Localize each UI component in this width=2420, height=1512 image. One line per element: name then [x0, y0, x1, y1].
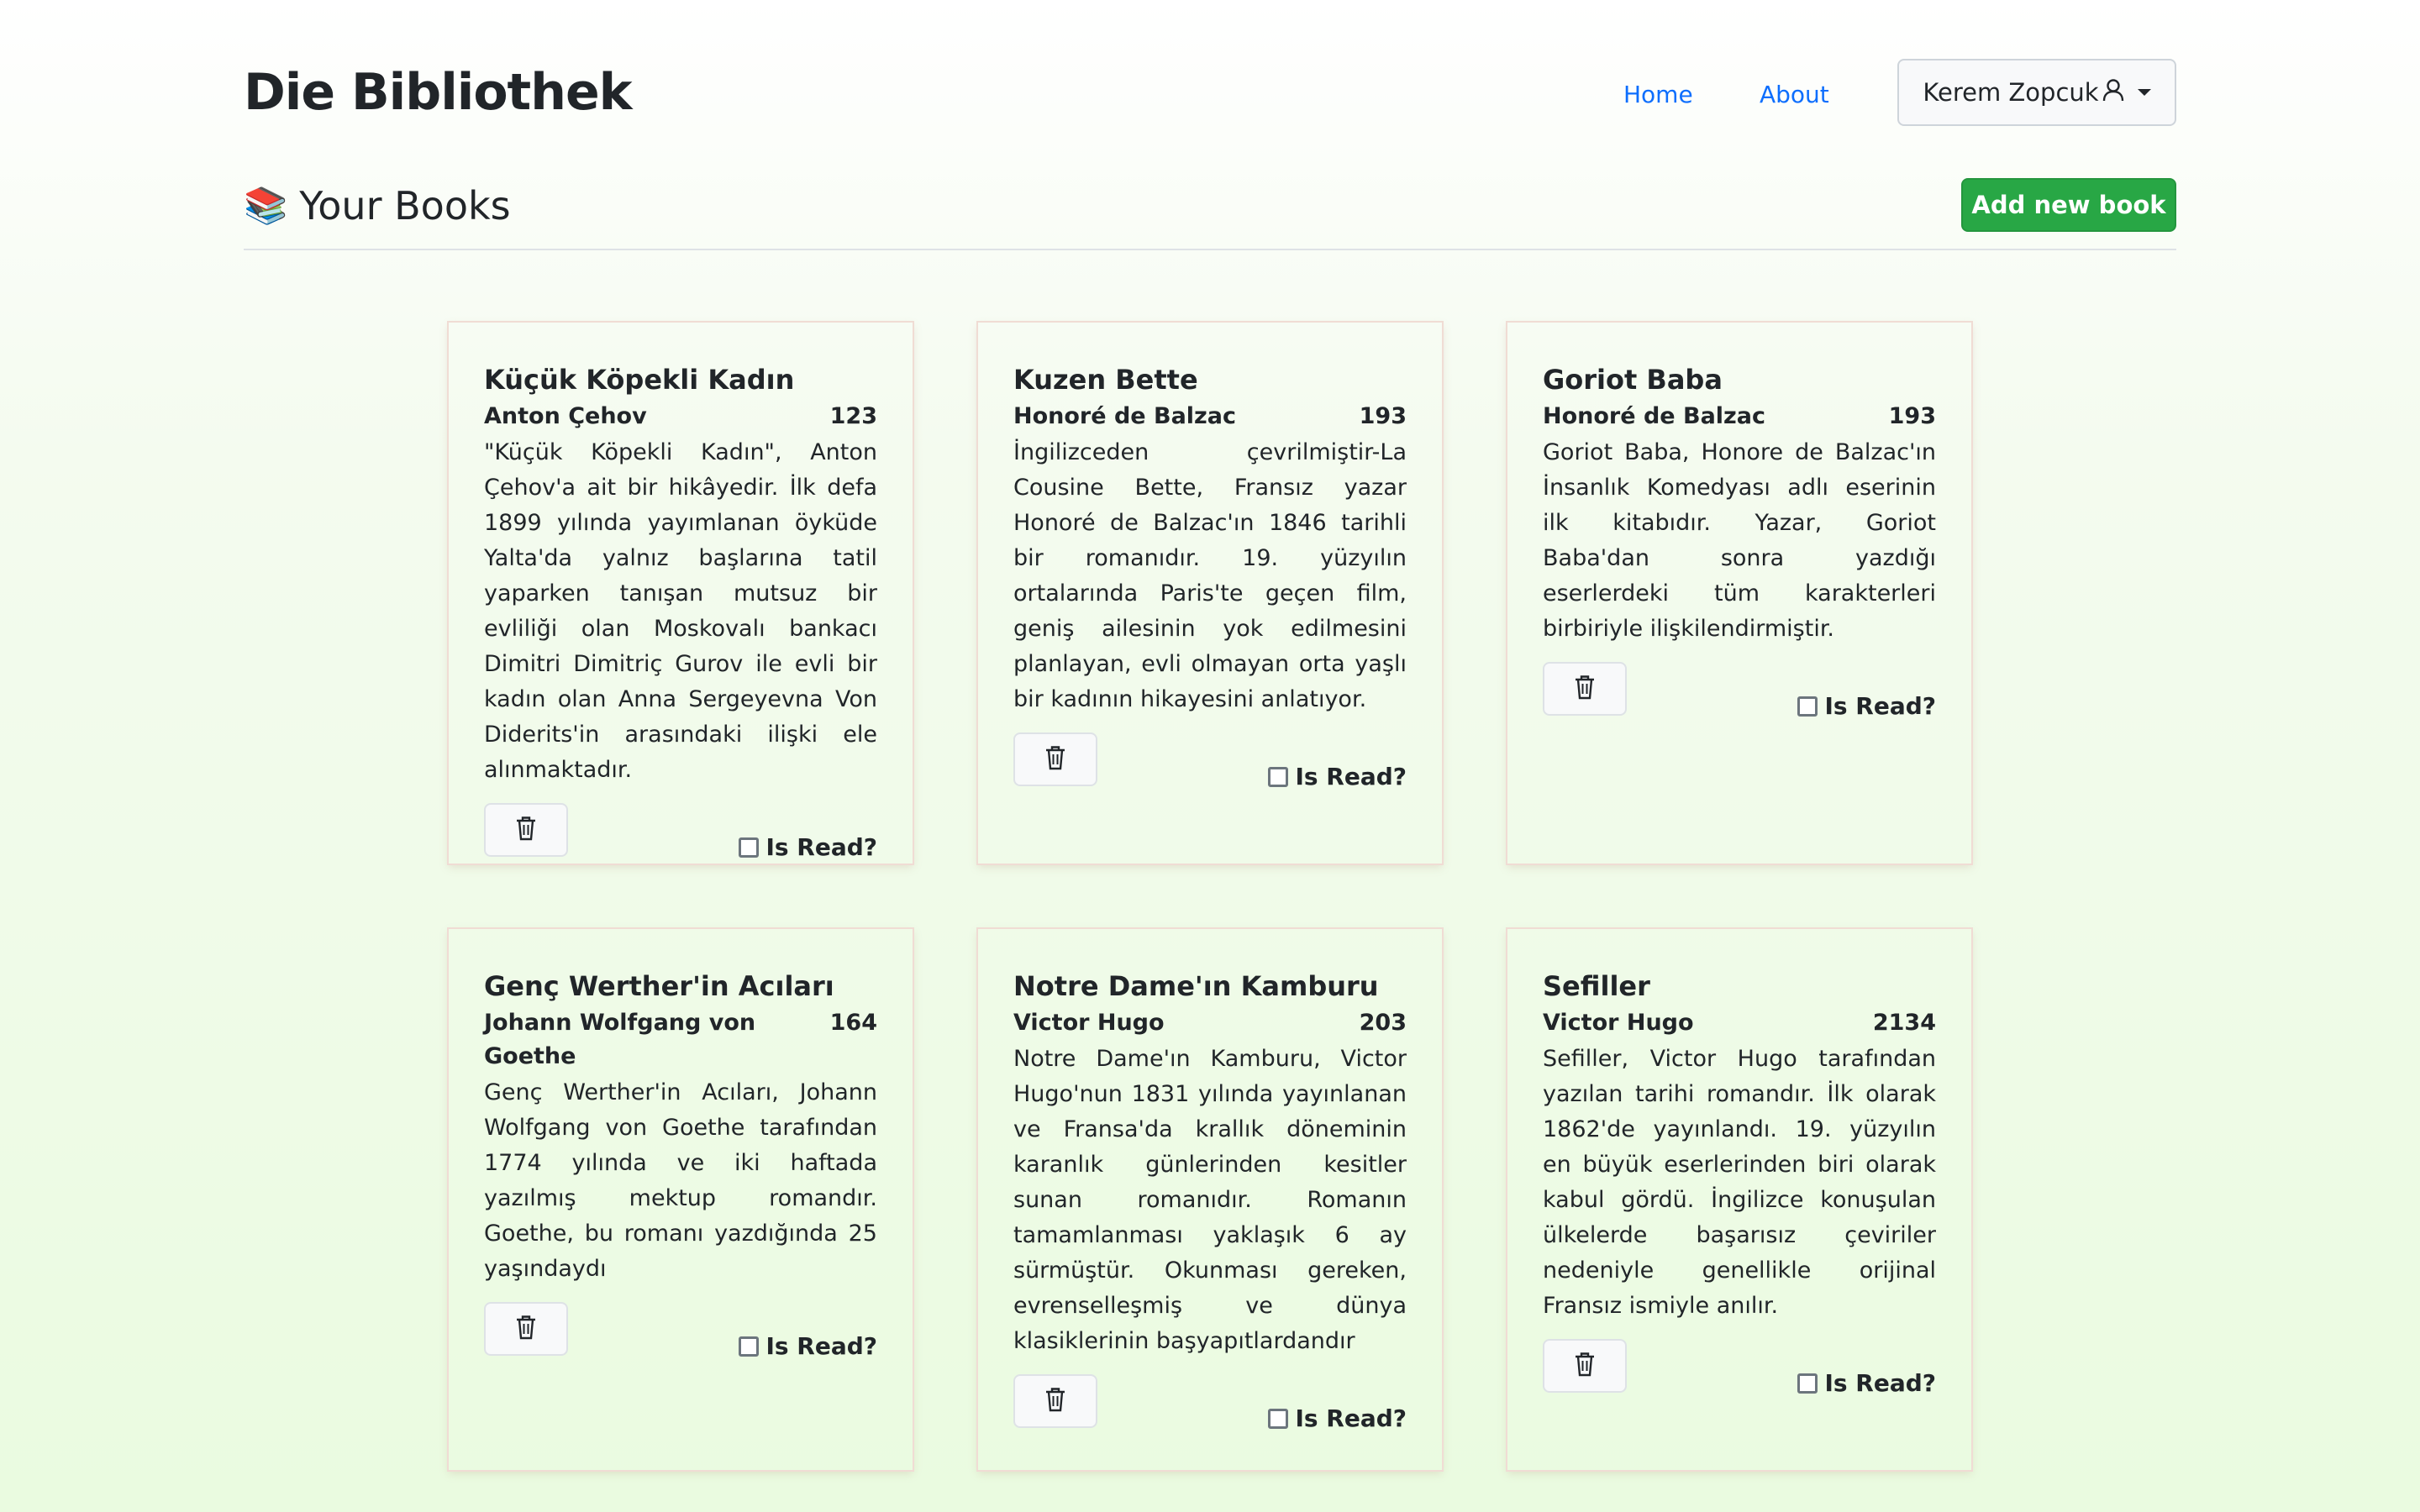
- page-header: 📚 Your Books Add new book: [244, 176, 2176, 250]
- is-read-label: Is Read?: [1295, 1404, 1407, 1432]
- book-meta: Johann Wolfgang von Goethe 164: [484, 1006, 877, 1074]
- book-card: Kuzen Bette Honoré de Balzac 193 İngiliz…: [978, 323, 1442, 864]
- book-title: Sefiller: [1543, 970, 1650, 1002]
- book-author: Honoré de Balzac: [1543, 403, 1765, 429]
- book-card: Goriot Baba Honoré de Balzac 193 Goriot …: [1507, 323, 1971, 864]
- is-read-label: Is Read?: [1295, 763, 1407, 790]
- is-read-label: Is Read?: [1824, 1369, 1936, 1397]
- is-read-toggle[interactable]: Is Read?: [1268, 763, 1407, 790]
- is-read-toggle[interactable]: Is Read?: [1797, 692, 1936, 720]
- is-read-label: Is Read?: [1824, 692, 1936, 720]
- is-read-toggle[interactable]: Is Read?: [1268, 1404, 1407, 1432]
- book-title: Küçük Köpekli Kadın: [484, 364, 795, 396]
- is-read-checkbox[interactable]: [1268, 1408, 1289, 1429]
- book-meta: Anton Çehov 123: [484, 400, 877, 433]
- nav-home-link[interactable]: Home: [1623, 50, 1693, 139]
- page-title: 📚 Your Books: [244, 176, 511, 235]
- book-title: Kuzen Bette: [1013, 364, 1198, 396]
- book-grid: Küçük Köpekli Kadın Anton Çehov 123 "Küç…: [449, 323, 1973, 1470]
- book-author: Johann Wolfgang von Goethe: [484, 1010, 756, 1069]
- user-icon: [2102, 78, 2124, 108]
- navbar: Die Bibliothek Home About Kerem Zopcuk: [244, 50, 2176, 134]
- delete-book-button[interactable]: [1543, 1339, 1627, 1393]
- book-description: Sefiller, Victor Hugo tarafından yazılan…: [1543, 1046, 1936, 1319]
- book-author: Honoré de Balzac: [1013, 403, 1236, 429]
- is-read-label: Is Read?: [765, 833, 877, 861]
- delete-book-button[interactable]: [1013, 1374, 1097, 1428]
- add-new-book-button[interactable]: Add new book: [1961, 178, 2176, 232]
- trash-icon: [1573, 674, 1597, 704]
- book-author: Victor Hugo: [1543, 1010, 1694, 1036]
- is-read-checkbox[interactable]: [1797, 1373, 1818, 1394]
- book-pages: 203: [1359, 1010, 1407, 1036]
- trash-icon: [1573, 1351, 1597, 1381]
- is-read-toggle[interactable]: Is Read?: [739, 1332, 877, 1360]
- book-title: Notre Dame'ın Kamburu: [1013, 970, 1379, 1002]
- card-actions: Is Read?: [1013, 1374, 1407, 1450]
- book-pages: 193: [1888, 403, 1936, 429]
- is-read-checkbox[interactable]: [1268, 766, 1289, 787]
- delete-book-button[interactable]: [1543, 662, 1627, 716]
- delete-book-button[interactable]: [484, 803, 568, 857]
- card-actions: Is Read?: [484, 803, 877, 879]
- caret-down-icon: [2137, 89, 2151, 96]
- is-read-toggle[interactable]: Is Read?: [1797, 1369, 1936, 1397]
- book-description: Notre Dame'ın Kamburu, Victor Hugo'nun 1…: [1013, 1046, 1407, 1354]
- book-pages: 2134: [1872, 1010, 1936, 1036]
- nav-about-link[interactable]: About: [1760, 50, 1829, 139]
- book-description: "Küçük Köpekli Kadın", Anton Çehov'a ait…: [484, 439, 877, 783]
- book-card: Küçük Köpekli Kadın Anton Çehov 123 "Küç…: [449, 323, 913, 864]
- card-actions: Is Read?: [1013, 732, 1407, 808]
- trash-icon: [1044, 744, 1067, 774]
- book-description: Genç Werther'in Acıları, Johann Wolfgang…: [484, 1079, 877, 1282]
- book-author: Victor Hugo: [1013, 1010, 1165, 1036]
- card-actions: Is Read?: [1543, 662, 1936, 738]
- card-actions: Is Read?: [1543, 1339, 1936, 1415]
- is-read-label: Is Read?: [765, 1332, 877, 1360]
- delete-book-button[interactable]: [1013, 732, 1097, 786]
- book-author: Anton Çehov: [484, 403, 647, 429]
- delete-book-button[interactable]: [484, 1302, 568, 1356]
- book-meta: Honoré de Balzac 193: [1013, 400, 1407, 433]
- is-read-toggle[interactable]: Is Read?: [739, 833, 877, 861]
- card-actions: Is Read?: [484, 1302, 877, 1378]
- user-dropdown-button[interactable]: Kerem Zopcuk: [1897, 59, 2176, 126]
- book-title: Genç Werther'in Acıları: [484, 970, 834, 1002]
- is-read-checkbox[interactable]: [739, 837, 760, 858]
- trash-icon: [514, 815, 538, 845]
- page-title-text: Your Books: [299, 183, 511, 228]
- book-meta: Victor Hugo 2134: [1543, 1006, 1936, 1040]
- trash-icon: [514, 1314, 538, 1344]
- brand-title[interactable]: Die Bibliothek: [244, 50, 633, 134]
- books-icon: 📚: [244, 185, 288, 226]
- user-name: Kerem Zopcuk: [1923, 78, 2099, 107]
- book-description: Goriot Baba, Honore de Balzac'ın İnsanlı…: [1543, 439, 1936, 642]
- book-card: Sefiller Victor Hugo 2134 Sefiller, Vict…: [1507, 929, 1971, 1470]
- book-meta: Honoré de Balzac 193: [1543, 400, 1936, 433]
- book-description: İngilizceden çevrilmiştir-La Cousine Bet…: [1013, 439, 1407, 712]
- book-pages: 164: [829, 1010, 877, 1036]
- book-meta: Victor Hugo 203: [1013, 1006, 1407, 1040]
- book-card: Genç Werther'in Acıları Johann Wolfgang …: [449, 929, 913, 1470]
- book-pages: 123: [829, 403, 877, 429]
- trash-icon: [1044, 1386, 1067, 1416]
- is-read-checkbox[interactable]: [1797, 696, 1818, 717]
- book-title: Goriot Baba: [1543, 364, 1723, 396]
- book-card: Notre Dame'ın Kamburu Victor Hugo 203 No…: [978, 929, 1442, 1470]
- book-pages: 193: [1359, 403, 1407, 429]
- is-read-checkbox[interactable]: [739, 1336, 760, 1357]
